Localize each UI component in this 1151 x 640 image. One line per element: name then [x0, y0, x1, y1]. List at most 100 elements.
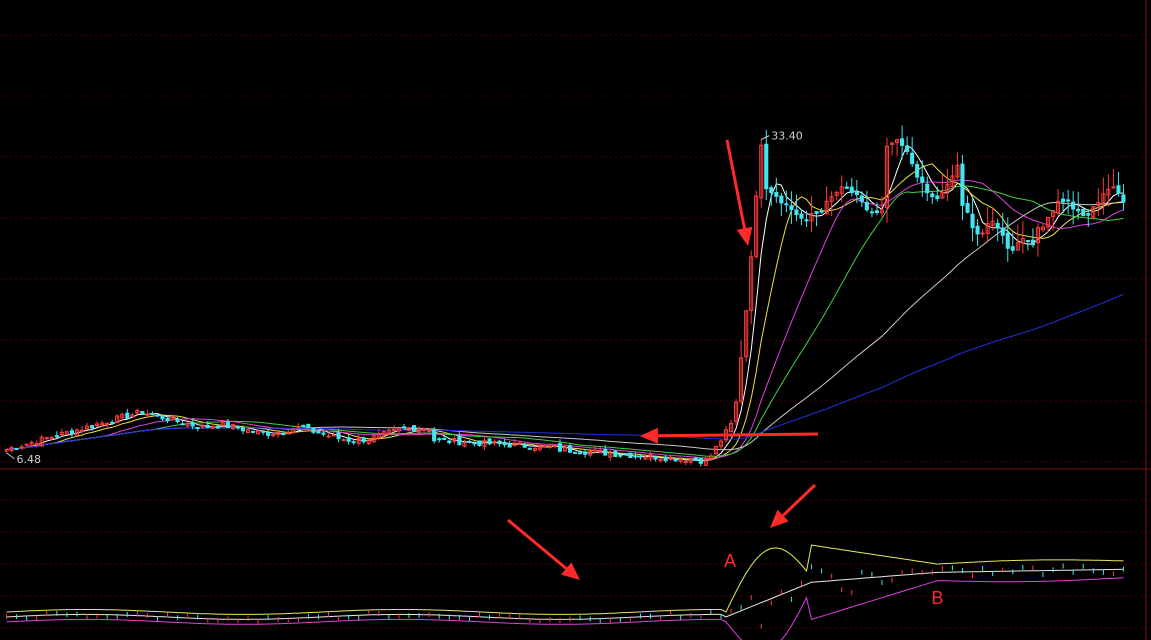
candle-down: [573, 451, 578, 454]
candle-up: [593, 449, 598, 452]
candle-down: [336, 432, 341, 440]
candle-up: [145, 413, 150, 416]
stock-chart: 33.40 6.48 A B: [0, 0, 1151, 640]
candle-down: [125, 412, 130, 419]
candle-down: [673, 458, 678, 462]
candle-down: [311, 427, 316, 433]
candle-down: [401, 426, 406, 429]
candle-down: [628, 452, 633, 459]
candle-down: [854, 191, 859, 196]
candle-down: [457, 435, 462, 446]
candle-down: [477, 440, 482, 446]
candle-up: [271, 434, 276, 437]
candle-down: [266, 431, 271, 436]
candle-down: [175, 418, 180, 423]
candle-up: [683, 461, 688, 463]
candle-up: [427, 430, 432, 432]
candle-up: [34, 443, 39, 446]
candle-down: [251, 430, 256, 433]
candle-up: [980, 232, 985, 235]
candle-down: [578, 452, 583, 455]
candle-down: [437, 438, 442, 441]
candle-down: [995, 222, 1000, 229]
candle-down: [774, 192, 779, 197]
moving-average-lines: [6, 144, 1124, 462]
candle-down: [240, 427, 245, 432]
candle-down: [447, 440, 452, 443]
candle-down: [900, 138, 905, 146]
candle-down: [1086, 213, 1091, 216]
candle-down: [638, 455, 643, 458]
candle-down: [819, 210, 824, 213]
candle-down: [970, 213, 975, 229]
candle-down: [412, 425, 417, 432]
candle-down: [160, 415, 165, 420]
candle-down: [557, 443, 563, 452]
candle-down: [965, 203, 970, 213]
candle-up: [331, 434, 336, 437]
candle-down: [527, 447, 532, 450]
candle-down: [618, 454, 623, 457]
candle-down: [321, 432, 326, 435]
candle-down: [351, 441, 356, 444]
min-price-label: 6.48: [17, 453, 41, 466]
candle-down: [507, 443, 512, 448]
candle-down: [155, 414, 160, 417]
candle-down: [301, 424, 306, 427]
candle-down: [281, 433, 286, 436]
candle-down: [195, 427, 200, 429]
candle-down: [869, 211, 875, 214]
ma60-line: [6, 201, 1124, 451]
candle-down: [663, 456, 668, 462]
candle-down: [799, 213, 804, 219]
candle-down: [794, 209, 799, 216]
candle-down: [613, 450, 618, 458]
candle-down: [1030, 239, 1036, 246]
arrow-a-shaft: [507, 518, 568, 570]
candle-down: [849, 186, 854, 194]
candle-down: [1061, 198, 1066, 203]
candle-up: [341, 439, 346, 442]
candle-down: [960, 163, 965, 206]
candle-down: [487, 438, 492, 445]
max-price-pointer: [761, 135, 770, 141]
candle-down: [975, 225, 980, 235]
candle-down: [769, 187, 774, 193]
annotations: A B: [507, 139, 943, 608]
min-price-pointer: [6, 452, 15, 460]
candle-up: [552, 444, 558, 447]
candle-up: [326, 435, 331, 438]
candle-down: [467, 441, 472, 443]
candle-down: [306, 423, 311, 428]
candle-down: [698, 457, 703, 464]
candle-down: [1081, 208, 1086, 217]
candle-down: [814, 211, 819, 214]
candle-down: [190, 422, 195, 427]
grid-lines: [0, 0, 1151, 640]
ma5-line: [6, 144, 1124, 462]
candle-down: [1000, 227, 1005, 236]
candle-up: [517, 442, 522, 445]
candle-down: [864, 201, 869, 211]
candle-up: [44, 437, 49, 440]
candle-down: [915, 164, 920, 178]
candle-down: [859, 195, 864, 202]
candle-down: [623, 453, 628, 455]
candle-down: [205, 424, 210, 428]
candle-down: [920, 176, 925, 183]
candle-down: [140, 411, 145, 415]
candle-down: [1025, 240, 1030, 242]
candle-down: [14, 447, 19, 450]
arrow-down-spike-head: [736, 226, 753, 246]
candle-down: [1010, 246, 1015, 251]
candle-down: [1071, 201, 1076, 210]
candle-down: [1121, 194, 1126, 203]
candle-down: [215, 425, 220, 429]
candle-down: [779, 195, 784, 204]
candle-up: [24, 443, 29, 446]
candle-down: [442, 438, 447, 440]
candle-down: [905, 145, 910, 152]
candle-down: [150, 413, 155, 416]
candle-up: [200, 425, 205, 428]
max-price-label: 33.40: [771, 130, 803, 143]
